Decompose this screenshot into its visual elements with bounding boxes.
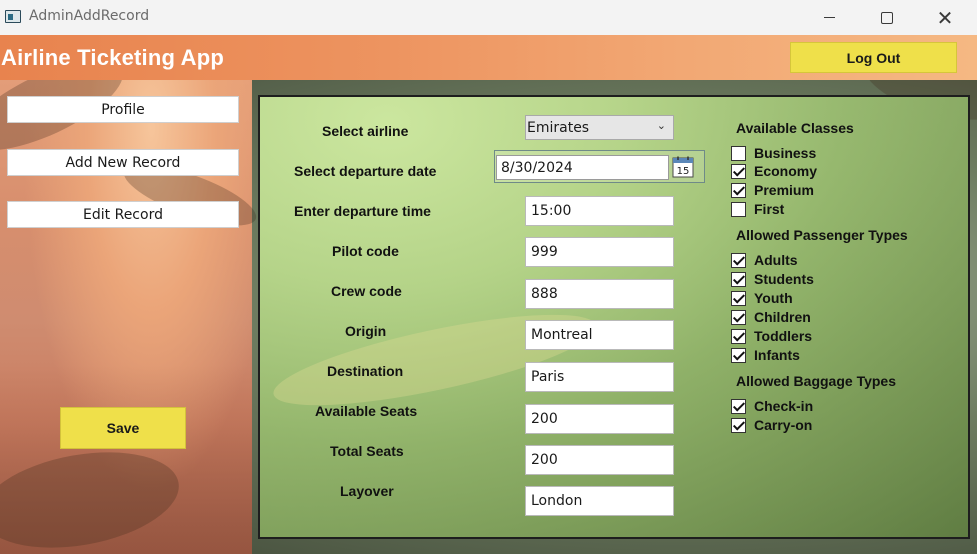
close-button[interactable]: ✕	[922, 0, 968, 35]
airline-select[interactable]: Emirates ⌄	[525, 115, 674, 140]
passenger-checkbox-toddlers[interactable]: Toddlers	[731, 327, 812, 345]
crew-code-input[interactable]	[525, 279, 674, 309]
passenger-checkbox-adults[interactable]: Adults	[731, 251, 798, 269]
checkbox-label: Economy	[754, 163, 818, 179]
edit-record-button[interactable]: Edit Record	[7, 201, 239, 228]
checkbox-label: Toddlers	[754, 328, 813, 344]
checkbox-label: Infants	[754, 347, 800, 363]
departure-time-label: Enter departure time	[294, 203, 431, 219]
minimize-icon	[823, 17, 835, 18]
calendar-icon[interactable]: 15	[672, 156, 694, 178]
airline-select-value: Emirates	[527, 119, 590, 136]
passenger-checkbox-students[interactable]: Students	[731, 270, 814, 288]
add-new-record-button[interactable]: Add New Record	[7, 149, 239, 176]
profile-button[interactable]: Profile	[7, 96, 239, 123]
available-classes-heading: Available Classes	[736, 120, 854, 136]
app-icon	[5, 10, 21, 23]
checkbox-label: Business	[754, 145, 817, 161]
calendar-day-text: 15	[677, 166, 690, 177]
checkbox-box	[731, 309, 746, 325]
available-seats-input[interactable]	[525, 404, 674, 434]
minimize-button[interactable]	[806, 0, 852, 35]
total-seats-label: Total Seats	[330, 443, 404, 459]
departure-time-input[interactable]	[525, 196, 674, 226]
class-checkbox-economy[interactable]: Economy	[731, 162, 817, 180]
checkbox-box	[731, 201, 746, 217]
origin-input[interactable]	[525, 320, 674, 350]
window-titlebar: AdminAddRecord ✕	[0, 0, 977, 35]
layover-label: Layover	[340, 483, 394, 499]
baggage-checkbox-check-in[interactable]: Check-in	[731, 397, 813, 415]
checkbox-box	[731, 145, 746, 161]
checkbox-box	[731, 163, 746, 179]
checkbox-box	[731, 417, 746, 433]
checkbox-label: Check-in	[754, 398, 814, 414]
window-title: AdminAddRecord	[29, 8, 150, 24]
baggage-types-heading: Allowed Baggage Types	[736, 373, 896, 389]
origin-label: Origin	[345, 323, 387, 339]
checkbox-box	[731, 347, 746, 363]
checkbox-label: Premium	[754, 182, 814, 198]
departure-date-label: Select departure date	[294, 163, 437, 179]
pilot-code-label: Pilot code	[332, 243, 399, 259]
checkbox-box	[731, 252, 746, 268]
passenger-checkbox-youth[interactable]: Youth	[731, 289, 793, 307]
class-checkbox-first[interactable]: First	[731, 200, 784, 218]
checkbox-label: Carry-on	[754, 417, 813, 433]
checkbox-box	[731, 182, 746, 198]
pilot-code-input[interactable]	[525, 237, 674, 267]
airline-label: Select airline	[322, 123, 409, 139]
layover-input[interactable]	[525, 486, 674, 516]
logout-button[interactable]: Log Out	[790, 42, 957, 73]
save-button[interactable]: Save	[60, 407, 186, 449]
departure-date-input[interactable]: 8/30/2024	[496, 155, 669, 180]
checkbox-label: Students	[754, 271, 814, 287]
crew-code-label: Crew code	[331, 283, 402, 299]
available-seats-label: Available Seats	[315, 403, 418, 419]
class-checkbox-premium[interactable]: Premium	[731, 181, 814, 199]
passenger-types-heading: Allowed Passenger Types	[736, 227, 908, 243]
checkbox-box	[731, 398, 746, 414]
passenger-checkbox-children[interactable]: Children	[731, 308, 811, 326]
checkbox-box	[731, 328, 746, 344]
destination-label: Destination	[327, 363, 404, 379]
destination-input[interactable]	[525, 362, 674, 392]
total-seats-input[interactable]	[525, 445, 674, 475]
checkbox-label: Children	[754, 309, 811, 325]
checkbox-box	[731, 290, 746, 306]
passenger-checkbox-infants[interactable]: Infants	[731, 346, 800, 364]
class-checkbox-business[interactable]: Business	[731, 144, 816, 162]
maximize-icon	[881, 11, 893, 24]
chevron-down-icon: ⌄	[656, 119, 666, 132]
app-title: Airline Ticketing App	[1, 45, 225, 70]
baggage-checkbox-carry-on[interactable]: Carry-on	[731, 416, 812, 434]
checkbox-label: Adults	[754, 252, 798, 268]
checkbox-label: First	[754, 201, 785, 217]
checkbox-box	[731, 271, 746, 287]
close-icon: ✕	[936, 5, 954, 30]
maximize-button[interactable]	[864, 0, 910, 35]
checkbox-label: Youth	[754, 290, 793, 306]
